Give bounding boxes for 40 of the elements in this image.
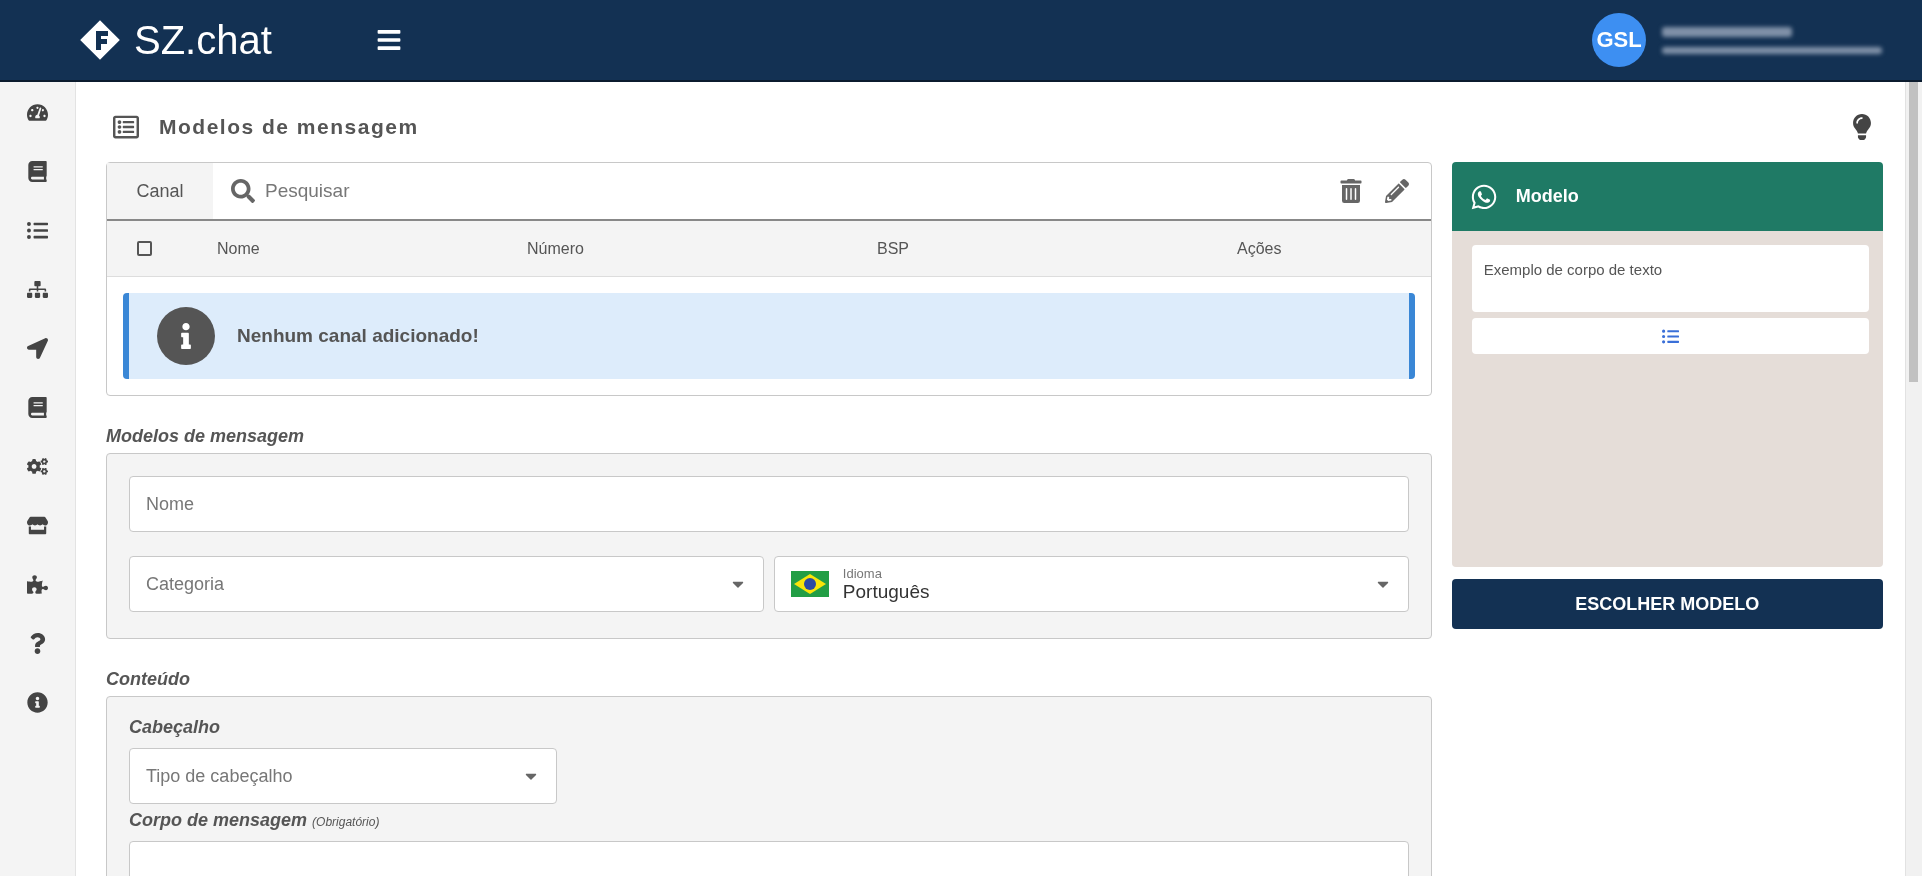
- whatsapp-icon: [1469, 182, 1498, 211]
- select-all-checkbox[interactable]: [137, 241, 152, 256]
- brazil-flag-icon: [790, 571, 829, 597]
- channel-tab[interactable]: Canal: [107, 163, 213, 219]
- store-icon[interactable]: [27, 515, 48, 536]
- section-label: Conteúdo: [106, 669, 191, 690]
- puzzle-icon[interactable]: [27, 574, 48, 595]
- gears-icon[interactable]: [27, 456, 48, 477]
- header-type-select[interactable]: Tipo de cabeçalho: [129, 748, 557, 804]
- page-title: Modelos de mensagem: [159, 115, 420, 139]
- dashboard-icon[interactable]: [27, 102, 48, 123]
- book-icon[interactable]: [27, 397, 48, 418]
- search-icon: [231, 179, 255, 203]
- send-icon[interactable]: [27, 338, 48, 359]
- edit-button[interactable]: [1384, 179, 1409, 203]
- column-header: Ações: [1237, 239, 1283, 258]
- book-icon[interactable]: [27, 161, 48, 182]
- preview-title: Modelo: [1515, 186, 1579, 207]
- alert-text: Nenhum canal adicionado!: [237, 325, 479, 347]
- logo-text: SZ.chat: [134, 17, 272, 63]
- menu-button[interactable]: [376, 27, 402, 53]
- column-header: BSP: [877, 239, 910, 258]
- list-icon[interactable]: [27, 220, 48, 241]
- sitemap-icon[interactable]: [27, 279, 48, 300]
- language-select[interactable]: Idioma Português: [773, 556, 1409, 612]
- body-label: Corpo de mensagem (Obrigatório): [129, 810, 381, 831]
- list-icon: [1661, 327, 1679, 345]
- trash-button[interactable]: [1338, 179, 1363, 203]
- column-header: Número: [527, 239, 585, 258]
- scrollbar[interactable]: [1905, 82, 1922, 876]
- message-bubble: Exemplo de corpo de texto: [1471, 245, 1869, 312]
- section-label: Modelos de mensagem: [106, 426, 306, 447]
- info-icon[interactable]: [27, 692, 48, 713]
- table-icon: [113, 114, 139, 140]
- info-icon: [157, 307, 215, 365]
- column-header: Nome: [217, 239, 261, 258]
- category-select[interactable]: Categoria: [129, 556, 764, 612]
- header-label: Cabeçalho: [129, 717, 222, 738]
- name-field[interactable]: Nome: [129, 476, 1409, 532]
- choose-template-button[interactable]: ESCOLHER MODELO: [1451, 579, 1883, 629]
